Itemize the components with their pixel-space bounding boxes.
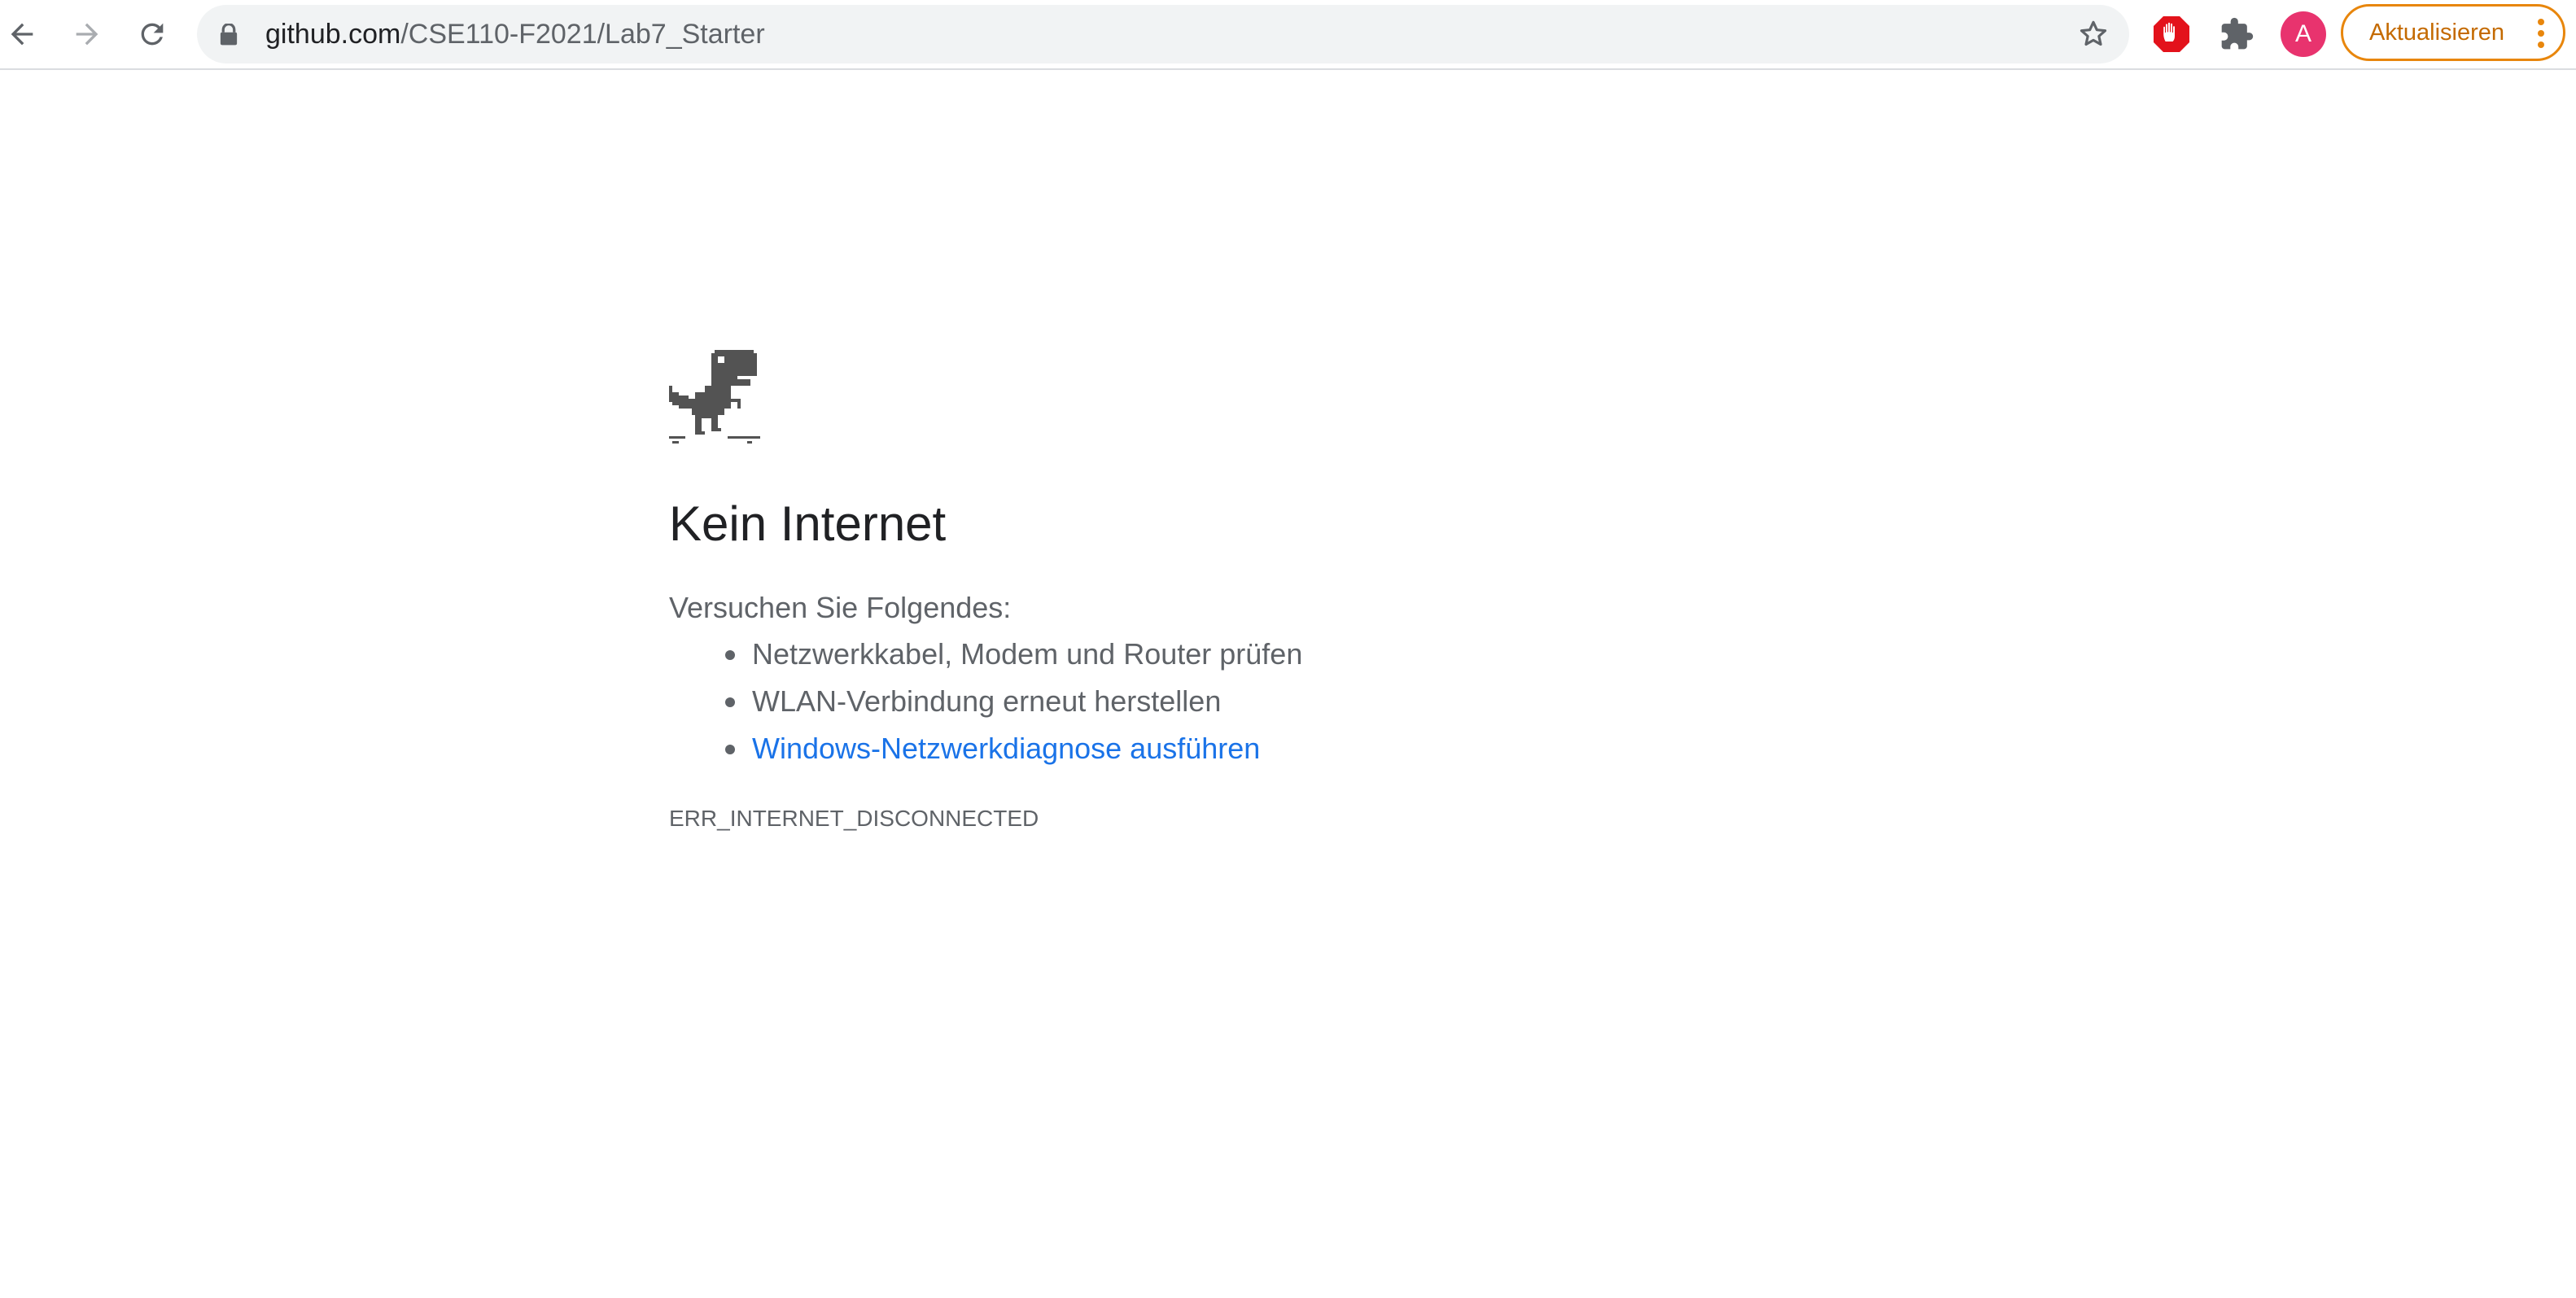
address-bar[interactable]: github.com/CSE110-F2021/Lab7_Starter (197, 5, 2129, 63)
error-code: ERR_INTERNET_DISCONNECTED (669, 806, 1039, 831)
error-heading: Kein Internet (669, 496, 947, 551)
forward-button[interactable] (63, 11, 111, 58)
update-button-label: Aktualisieren (2369, 20, 2505, 46)
arrow-left-icon (11, 23, 33, 46)
suggestion-item: WLAN-Verbindung erneut herstellen (724, 678, 1302, 725)
update-button[interactable]: Aktualisieren (2341, 4, 2565, 61)
puzzle-piece-icon[interactable] (2219, 16, 2255, 52)
reload-button[interactable] (129, 11, 176, 58)
back-button[interactable] (0, 11, 46, 58)
suggestion-item-link-row: Windows-Netzwerkdiagnose ausführen (724, 725, 1302, 772)
offline-dinosaur-icon[interactable] (669, 350, 760, 444)
lock-icon[interactable] (220, 24, 238, 46)
suggestion-item: Netzwerkkabel, Modem und Router prüfen (724, 631, 1302, 678)
bookmark-star-icon[interactable] (2077, 18, 2110, 50)
url-host: github.com (265, 19, 401, 50)
profile-avatar[interactable]: A (2281, 11, 2326, 57)
suggestions-intro: Versuchen Sie Folgendes: (669, 591, 1012, 624)
browser-toolbar: github.com/CSE110-F2021/Lab7_Starter A A… (0, 0, 2576, 70)
url-text[interactable]: github.com/CSE110-F2021/Lab7_Starter (265, 5, 765, 63)
suggestions-list: Netzwerkkabel, Modem und Router prüfen W… (669, 631, 1302, 772)
network-diagnostics-link[interactable]: Windows-Netzwerkdiagnose ausführen (752, 732, 1260, 765)
browser-window: github.com/CSE110-F2021/Lab7_Starter A A… (0, 0, 2576, 1298)
reload-icon (141, 23, 164, 46)
url-path: /CSE110-F2021/Lab7_Starter (400, 19, 765, 50)
arrow-right-icon (76, 23, 98, 46)
adblock-extension-icon[interactable] (2152, 15, 2191, 54)
vertical-dots-menu-icon (2538, 19, 2544, 48)
